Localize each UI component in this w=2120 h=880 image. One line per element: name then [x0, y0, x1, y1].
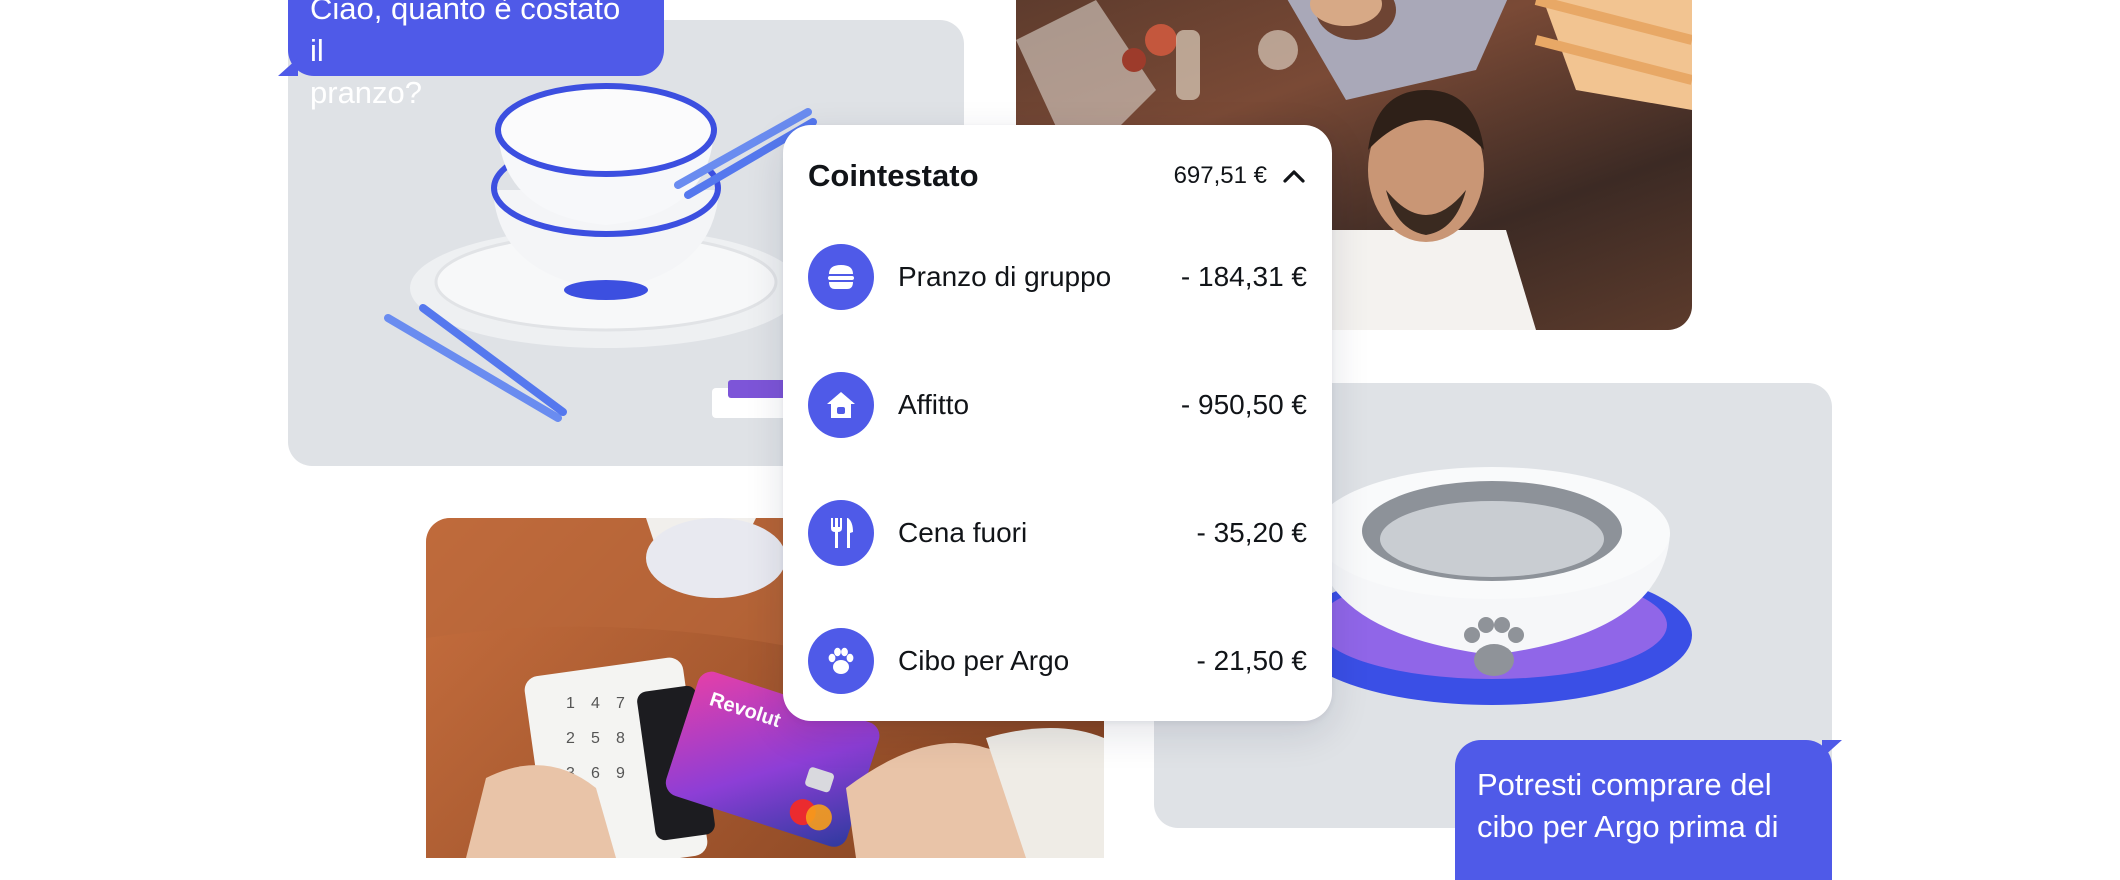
house-icon [808, 372, 874, 438]
svg-text:6: 6 [591, 765, 600, 782]
transaction-row[interactable]: Pranzo di gruppo - 184,31 € [808, 243, 1307, 311]
bubble-line: cibo per Argo prima di [1477, 809, 1779, 844]
chat-bubble-suggestion: Potresti comprare del cibo per Argo prim… [1455, 740, 1832, 880]
transaction-amount: - 35,20 € [1196, 517, 1307, 548]
transaction-label: Pranzo di gruppo [898, 261, 1112, 292]
bubble-line: Ciao, quanto è costato il [310, 0, 621, 68]
svg-text:8: 8 [616, 730, 625, 747]
joint-account-card: Cointestato 697,51 € Pranzo di gruppo - … [783, 125, 1332, 721]
svg-text:9: 9 [616, 765, 625, 782]
card-header[interactable]: Cointestato 697,51 € [808, 153, 1307, 199]
chevron-up-icon[interactable] [1281, 163, 1307, 189]
bubble-line: pranzo? [310, 75, 423, 110]
chat-bubble-question: Ciao, quanto è costato il pranzo? [288, 0, 664, 110]
svg-text:4: 4 [591, 695, 600, 712]
svg-text:1: 1 [566, 695, 575, 712]
transaction-row[interactable]: Affitto - 950,50 € [808, 371, 1307, 439]
svg-text:5: 5 [591, 730, 600, 747]
svg-text:7: 7 [616, 695, 625, 712]
account-balance: 697,51 € [1173, 162, 1267, 189]
transaction-label: Cibo per Argo [898, 645, 1070, 676]
cutlery-icon [808, 500, 874, 566]
transaction-amount: - 21,50 € [1196, 645, 1307, 676]
transaction-label: Affitto [898, 389, 970, 420]
transaction-amount: - 950,50 € [1180, 389, 1307, 420]
transaction-row[interactable]: Cena fuori - 35,20 € [808, 499, 1307, 567]
bubble-line: Potresti comprare del [1477, 767, 1772, 802]
paw-icon [808, 628, 874, 694]
transaction-row[interactable]: Cibo per Argo - 21,50 € [808, 627, 1307, 695]
svg-text:2: 2 [566, 730, 575, 747]
transaction-amount: - 184,31 € [1180, 261, 1307, 292]
transaction-label: Cena fuori [898, 517, 1028, 548]
keypad-digits: 147 258 369 [566, 695, 625, 782]
burger-icon [808, 244, 874, 310]
card-title: Cointestato [808, 158, 979, 193]
